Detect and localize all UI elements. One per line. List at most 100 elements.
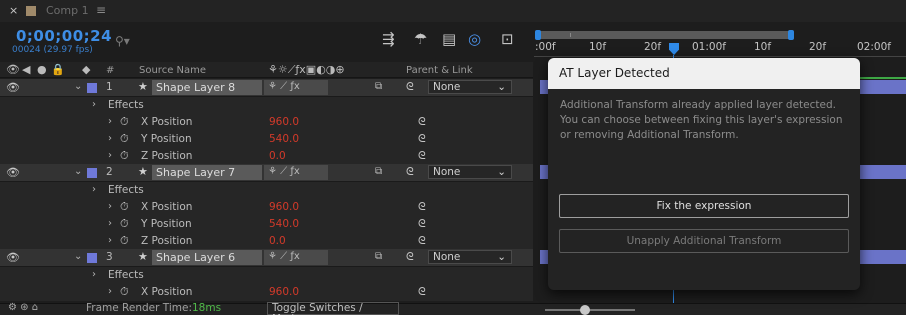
- parent-dropdown[interactable]: None ⌄: [428, 80, 512, 94]
- playhead-handle[interactable]: [669, 43, 679, 55]
- pickwhip-icon[interactable]: ᘓ: [406, 250, 414, 264]
- expand-chevron-icon[interactable]: ›: [108, 218, 112, 229]
- expand-chevron-icon[interactable]: ›: [108, 235, 112, 246]
- close-tab-icon[interactable]: ×: [9, 4, 18, 17]
- stopwatch-icon[interactable]: ⏱: [120, 115, 129, 129]
- search-icon[interactable]: ⚲▾: [115, 34, 130, 48]
- expand-chevron-icon[interactable]: ⌄: [74, 166, 82, 177]
- layer-name[interactable]: Shape Layer 6: [152, 250, 262, 265]
- property-row[interactable]: [0, 148, 533, 165]
- switch-icons[interactable]: ⚘ ⟋ ƒx: [268, 81, 300, 92]
- pickwhip-icon[interactable]: ᘓ: [418, 149, 426, 163]
- layer-label-swatch[interactable]: [87, 83, 97, 93]
- layer-track-bar[interactable]: [860, 250, 906, 264]
- frame-blending-icon[interactable]: ▤: [442, 30, 456, 48]
- solo-column-icon[interactable]: ●: [37, 63, 47, 76]
- stopwatch-icon[interactable]: ⏱: [120, 149, 129, 163]
- graph-editor-icon[interactable]: ⊡: [501, 30, 514, 48]
- timeline-zoom-slider[interactable]: [545, 309, 635, 311]
- expand-chevron-icon[interactable]: ›: [108, 133, 112, 144]
- stopwatch-icon[interactable]: ⏱: [120, 285, 129, 299]
- fix-expression-button[interactable]: Fix the expression: [559, 194, 849, 218]
- source-name-column-header[interactable]: Source Name: [139, 65, 206, 76]
- property-value[interactable]: 960.0: [269, 116, 299, 128]
- panel-menu-icon[interactable]: ≡: [96, 3, 106, 17]
- expand-chevron-icon[interactable]: ›: [92, 184, 96, 195]
- pickwhip-icon[interactable]: ᘓ: [406, 165, 414, 179]
- visibility-eye-icon[interactable]: 👁: [6, 166, 20, 179]
- property-value[interactable]: 0.0: [269, 235, 286, 247]
- layer-label-swatch[interactable]: [87, 253, 97, 263]
- layer-name[interactable]: Shape Layer 8: [152, 80, 262, 95]
- layer-track-bar[interactable]: [540, 165, 548, 179]
- frame-rate-info: 00024 (29.97 fps): [12, 45, 93, 55]
- pickwhip-icon[interactable]: ᘓ: [418, 200, 426, 214]
- switch-icons[interactable]: ⚘ ⟋ ƒx: [268, 166, 300, 177]
- comp-mini-flowchart-icon[interactable]: ⇶: [382, 30, 395, 48]
- effects-row[interactable]: [0, 182, 533, 199]
- ruler-label: 01:00f: [692, 41, 726, 53]
- parent-dropdown[interactable]: None ⌄: [428, 165, 512, 179]
- work-area-start-handle[interactable]: [535, 30, 541, 40]
- stopwatch-icon[interactable]: ⏱: [120, 234, 129, 248]
- layer-track-bar[interactable]: [860, 165, 906, 179]
- current-time-display[interactable]: 0;00;00;24: [16, 27, 112, 45]
- 3d-layer-icon[interactable]: ⧉: [375, 81, 382, 92]
- video-toggle-column-icon[interactable]: 👁: [6, 63, 20, 76]
- pickwhip-icon[interactable]: ᘓ: [406, 80, 414, 94]
- stopwatch-icon[interactable]: ⏱: [120, 217, 129, 231]
- stopwatch-icon[interactable]: ⏱: [120, 200, 129, 214]
- property-value[interactable]: 960.0: [269, 201, 299, 213]
- comp-tab-label[interactable]: Comp 1: [46, 4, 89, 17]
- pickwhip-icon[interactable]: ᘓ: [418, 115, 426, 129]
- render-toggle-icons[interactable]: ⚙ ⊛ ⌂: [8, 302, 38, 313]
- toggle-switches-modes-button[interactable]: Toggle Switches / Modes: [267, 302, 399, 315]
- expand-chevron-icon[interactable]: ›: [92, 269, 96, 280]
- switch-icons[interactable]: ⚘ ⟋ ƒx: [268, 251, 300, 262]
- zoom-slider-knob[interactable]: [580, 305, 590, 315]
- layer-name[interactable]: Shape Layer 7: [152, 165, 262, 180]
- expand-chevron-icon[interactable]: ›: [108, 286, 112, 297]
- expand-chevron-icon[interactable]: ›: [108, 150, 112, 161]
- property-row[interactable]: [0, 199, 533, 216]
- property-value[interactable]: 540.0: [269, 133, 299, 145]
- expand-chevron-icon[interactable]: ›: [92, 99, 96, 110]
- property-row[interactable]: [0, 233, 533, 250]
- pickwhip-icon[interactable]: ᘓ: [418, 234, 426, 248]
- stopwatch-icon[interactable]: ⏱: [120, 132, 129, 146]
- layer-track-bar[interactable]: [540, 80, 548, 94]
- property-value[interactable]: 0.0: [269, 150, 286, 162]
- parent-dropdown[interactable]: None ⌄: [428, 250, 512, 264]
- property-name: X Position: [141, 201, 193, 213]
- property-row[interactable]: [0, 114, 533, 131]
- pickwhip-icon[interactable]: ᘓ: [418, 132, 426, 146]
- work-area-bar[interactable]: [537, 31, 792, 39]
- motion-blur-icon[interactable]: ◎: [468, 30, 481, 48]
- pickwhip-icon[interactable]: ᘓ: [418, 285, 426, 299]
- effects-row[interactable]: [0, 267, 533, 284]
- work-area-end-handle[interactable]: [788, 30, 794, 40]
- layer-track-bar[interactable]: [540, 250, 548, 264]
- property-row[interactable]: [0, 216, 533, 233]
- audio-column-icon[interactable]: ◀: [22, 63, 30, 76]
- pickwhip-icon[interactable]: ᘓ: [418, 217, 426, 231]
- property-row[interactable]: [0, 131, 533, 148]
- property-value[interactable]: 960.0: [269, 286, 299, 298]
- expand-chevron-icon[interactable]: ⌄: [74, 81, 82, 92]
- layer-label-swatch[interactable]: [87, 168, 97, 178]
- shy-layers-icon[interactable]: ☂: [414, 30, 427, 48]
- expand-chevron-icon[interactable]: ›: [108, 201, 112, 212]
- 3d-layer-icon[interactable]: ⧉: [375, 251, 382, 262]
- layer-track-bar[interactable]: [860, 80, 906, 94]
- 3d-layer-icon[interactable]: ⧉: [375, 166, 382, 177]
- lock-column-icon[interactable]: 🔒: [51, 63, 65, 76]
- expand-chevron-icon[interactable]: ⌄: [74, 251, 82, 262]
- unapply-transform-button[interactable]: Unapply Additional Transform: [559, 229, 849, 253]
- label-column-icon[interactable]: ◆: [82, 63, 90, 76]
- visibility-eye-icon[interactable]: 👁: [6, 81, 20, 94]
- property-row[interactable]: [0, 284, 533, 301]
- effects-row[interactable]: [0, 97, 533, 114]
- visibility-eye-icon[interactable]: 👁: [6, 251, 20, 264]
- property-value[interactable]: 540.0: [269, 218, 299, 230]
- expand-chevron-icon[interactable]: ›: [108, 116, 112, 127]
